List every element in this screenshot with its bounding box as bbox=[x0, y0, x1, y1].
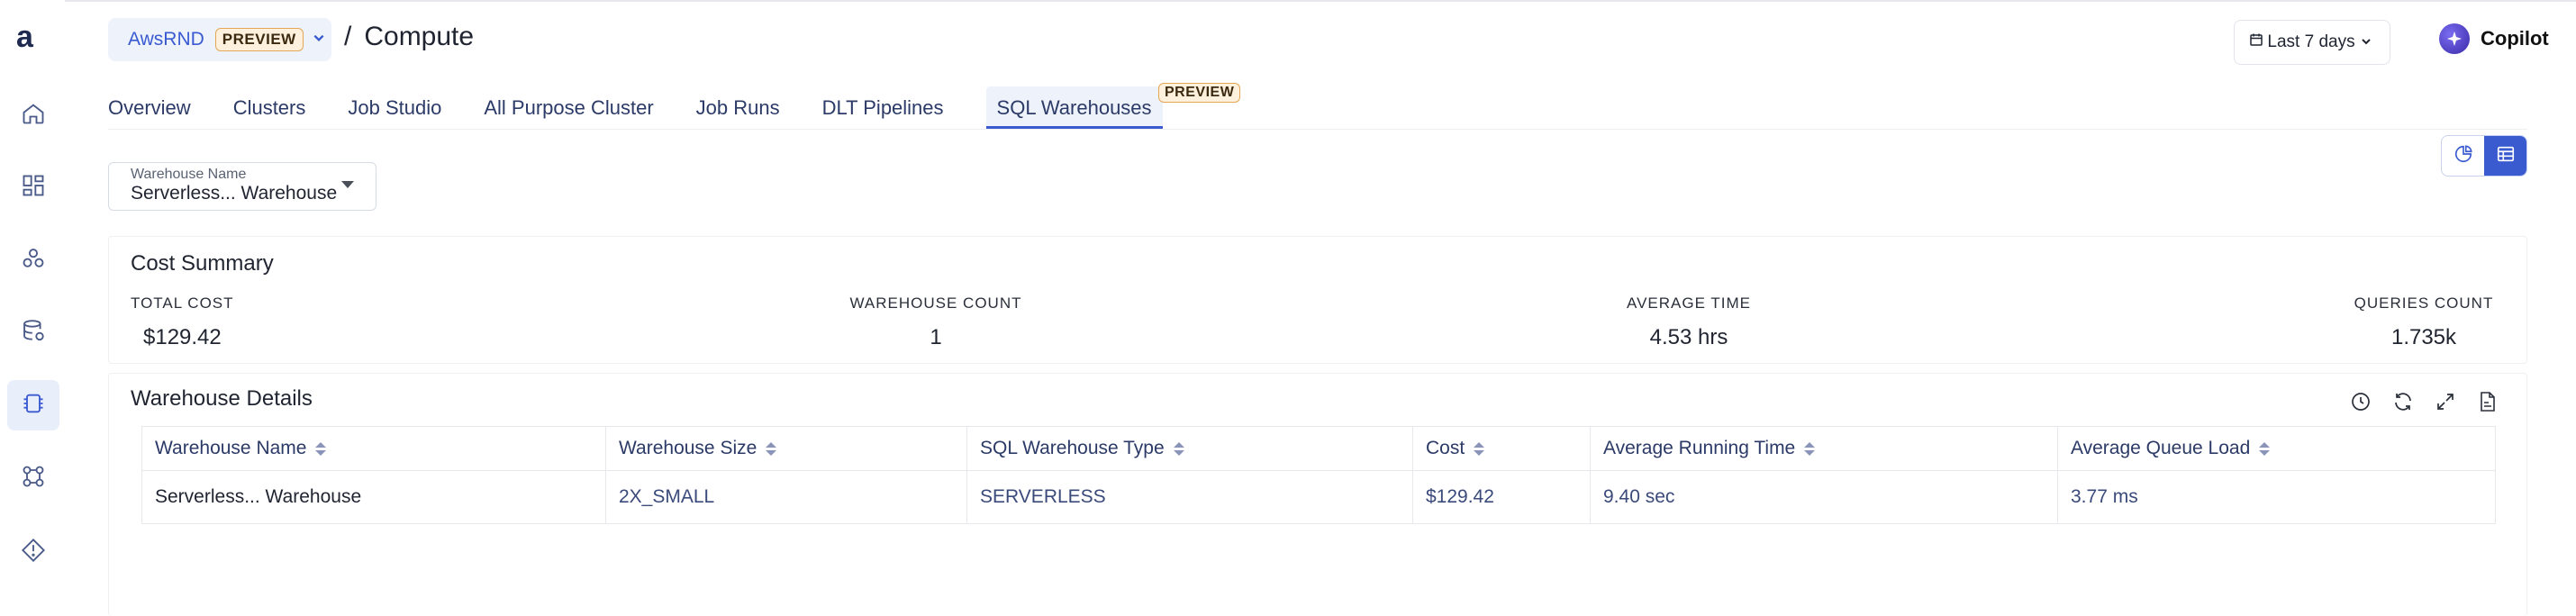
sort-icon[interactable] bbox=[766, 441, 777, 456]
info-icon[interactable] bbox=[2349, 390, 2372, 413]
tab-job-studio[interactable]: Job Studio bbox=[348, 86, 441, 126]
sort-icon[interactable] bbox=[2259, 441, 2271, 456]
date-range-picker[interactable]: Last 7 days bbox=[2234, 20, 2390, 65]
sidebar-item-database[interactable] bbox=[7, 307, 59, 358]
sparkle-icon bbox=[2439, 23, 2470, 54]
metric-label: AVERAGE TIME bbox=[1627, 294, 1751, 312]
column-header[interactable]: Warehouse Size bbox=[605, 426, 967, 471]
expand-icon[interactable] bbox=[2434, 390, 2457, 413]
sidebar-item-cluster[interactable] bbox=[7, 235, 59, 285]
column-header[interactable]: Warehouse Name bbox=[141, 426, 606, 471]
tab-preview-badge: PREVIEW bbox=[1158, 83, 1241, 103]
warehouse-details-table: Warehouse Name Warehouse Size SQL Wareho… bbox=[141, 426, 2496, 524]
cell-warehouse-type: SERVERLESS bbox=[966, 470, 1413, 524]
metric-value: $129.42 bbox=[143, 325, 222, 349]
metric-label: TOTAL COST bbox=[131, 294, 234, 312]
home-icon bbox=[21, 101, 46, 131]
sidebar-item-home[interactable] bbox=[7, 90, 59, 140]
account-preview-badge: PREVIEW bbox=[214, 28, 304, 51]
view-toggle bbox=[2441, 135, 2527, 177]
breadcrumb: / Compute bbox=[344, 22, 474, 52]
account-selector[interactable]: AwsRND PREVIEW bbox=[108, 18, 331, 61]
cost-summary-title: Cost Summary bbox=[131, 251, 274, 276]
tab-sql-warehouses[interactable]: SQL Warehouses bbox=[985, 86, 1163, 130]
refresh-icon[interactable] bbox=[2391, 390, 2415, 413]
tab-overview[interactable]: Overview bbox=[108, 86, 191, 126]
date-range-label: Last 7 days bbox=[2267, 32, 2355, 51]
database-icon bbox=[21, 318, 46, 348]
chevron-down-icon bbox=[313, 32, 325, 49]
sidebar-item-workflow[interactable] bbox=[7, 453, 59, 503]
tab-divider bbox=[108, 129, 2527, 130]
metric-average-time: AVERAGE TIME 4.53 hrs bbox=[1599, 294, 1779, 350]
tab-bar: Overview Clusters Job Studio All Purpose… bbox=[108, 86, 1163, 130]
metric-warehouse-count: WAREHOUSE COUNT 1 bbox=[846, 294, 1026, 350]
metric-label: WAREHOUSE COUNT bbox=[849, 294, 1022, 312]
top-border bbox=[0, 0, 2576, 2]
table-icon bbox=[2496, 144, 2516, 168]
metric-value: 1 bbox=[930, 325, 942, 349]
chart-view-button[interactable] bbox=[2442, 136, 2484, 176]
table-header-row: Warehouse Name Warehouse Size SQL Wareho… bbox=[141, 426, 2496, 471]
cost-summary-card: Cost Summary TOTAL COST $129.42 WAREHOUS… bbox=[108, 236, 2527, 364]
metric-queries-count: QUERIES COUNT 1.735k bbox=[2334, 294, 2514, 350]
column-header[interactable]: Cost bbox=[1412, 426, 1591, 471]
sort-icon[interactable] bbox=[1173, 441, 1184, 456]
column-header[interactable]: SQL Warehouse Type bbox=[966, 426, 1413, 471]
tab-job-runs[interactable]: Job Runs bbox=[696, 86, 780, 126]
column-header[interactable]: Average Queue Load bbox=[2057, 426, 2496, 471]
metric-label: QUERIES COUNT bbox=[2354, 294, 2494, 312]
csv-export-icon[interactable] bbox=[2476, 390, 2499, 413]
copilot-button[interactable]: Copilot bbox=[2439, 23, 2549, 54]
chevron-down-icon bbox=[2361, 32, 2375, 52]
sidebar-item-compute[interactable] bbox=[7, 380, 59, 430]
filter-label: Warehouse Name bbox=[131, 167, 247, 182]
warehouse-details-title: Warehouse Details bbox=[131, 386, 313, 411]
table-view-button[interactable] bbox=[2484, 136, 2526, 176]
copilot-label: Copilot bbox=[2481, 27, 2549, 50]
breadcrumb-separator: / bbox=[344, 22, 352, 51]
caret-down-icon bbox=[341, 181, 354, 188]
tag-icon bbox=[21, 538, 46, 567]
metric-value: 4.53 hrs bbox=[1649, 325, 1728, 349]
table-toolbar bbox=[2330, 390, 2499, 413]
calendar-icon bbox=[2249, 32, 2267, 52]
warehouse-name-filter[interactable]: Warehouse Name Serverless... Warehouse bbox=[108, 162, 376, 211]
tab-clusters[interactable]: Clusters bbox=[233, 86, 306, 126]
app-logo[interactable]: a bbox=[16, 20, 33, 55]
sidebar-item-tag[interactable] bbox=[7, 527, 59, 577]
sort-icon[interactable] bbox=[1474, 441, 1485, 456]
cell-average-running-time: 9.40 sec bbox=[1590, 470, 2058, 524]
sort-icon[interactable] bbox=[315, 441, 327, 456]
cell-warehouse-size: 2X_SMALL bbox=[605, 470, 967, 524]
tab-dlt-pipelines[interactable]: DLT Pipelines bbox=[822, 86, 944, 126]
cell-warehouse-name: Serverless... Warehouse bbox=[141, 470, 606, 524]
cluster-icon bbox=[21, 246, 46, 276]
column-header[interactable]: Average Running Time bbox=[1590, 426, 2058, 471]
sidebar-item-dashboard[interactable] bbox=[7, 162, 59, 213]
dashboard-icon bbox=[21, 173, 46, 203]
warehouse-details-card: Warehouse Details Warehouse Name Warehou… bbox=[108, 373, 2527, 616]
page-title: Compute bbox=[364, 22, 475, 51]
workflow-icon bbox=[21, 464, 46, 494]
sidebar: a bbox=[0, 0, 65, 611]
cell-average-queue-load: 3.77 ms bbox=[2057, 470, 2496, 524]
filter-value: Serverless... Warehouse bbox=[131, 183, 338, 204]
pie-chart-icon bbox=[2454, 144, 2473, 168]
tab-all-purpose-cluster[interactable]: All Purpose Cluster bbox=[484, 86, 653, 126]
table-row[interactable]: Serverless... Warehouse 2X_SMALL SERVERL… bbox=[141, 470, 2496, 524]
metric-value: 1.735k bbox=[2390, 325, 2457, 349]
chip-icon bbox=[21, 391, 46, 421]
sort-icon[interactable] bbox=[1804, 441, 1816, 456]
cell-cost: $129.42 bbox=[1412, 470, 1591, 524]
account-name: AwsRND bbox=[128, 29, 204, 50]
metric-total-cost: TOTAL COST $129.42 bbox=[131, 294, 234, 350]
